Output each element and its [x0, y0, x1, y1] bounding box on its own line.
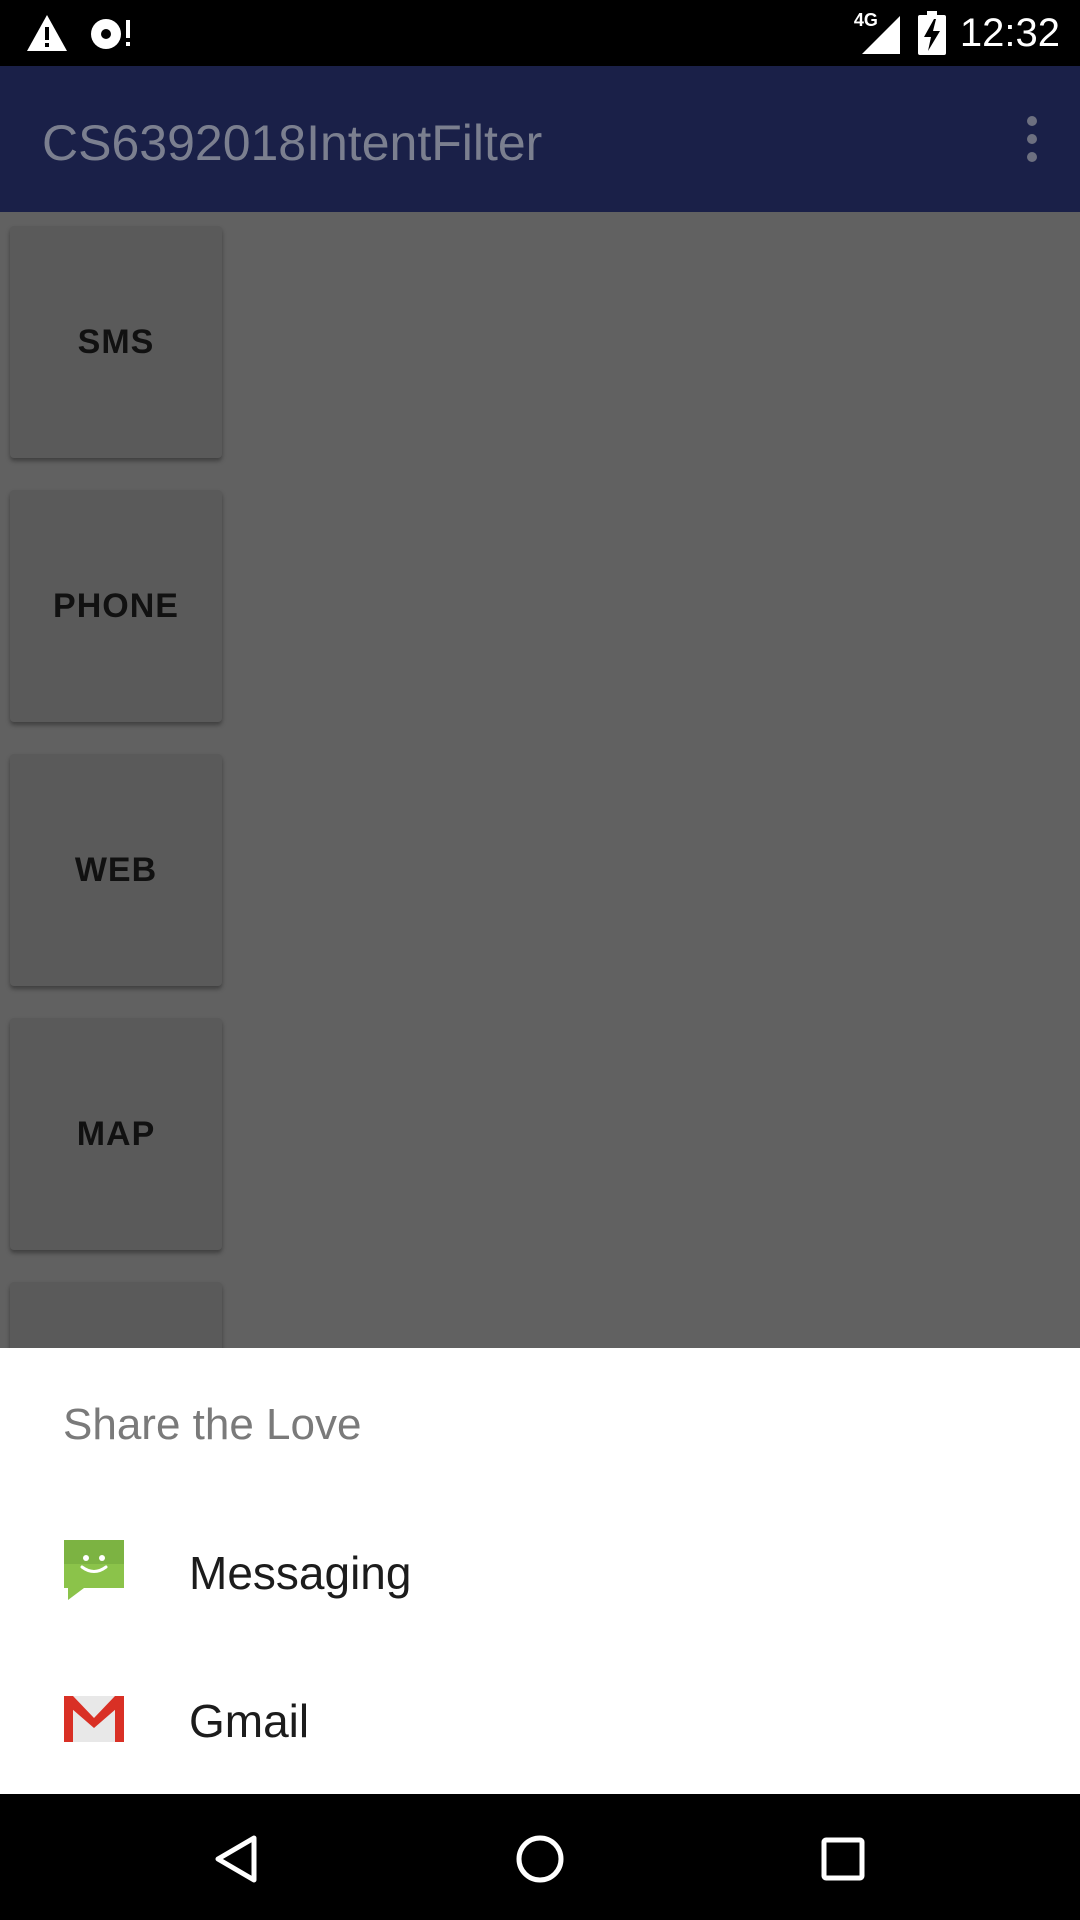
- share-item-label: Messaging: [189, 1547, 412, 1599]
- map-button[interactable]: MAP: [10, 1018, 222, 1250]
- app-bar: CS6392018IntentFilter: [0, 66, 1080, 212]
- share-item-messaging[interactable]: Messaging: [0, 1498, 1080, 1646]
- recents-icon[interactable]: [816, 1832, 870, 1886]
- share-sheet-title: Share the Love: [63, 1400, 362, 1449]
- sms-button[interactable]: SMS: [10, 226, 222, 458]
- partial-button[interactable]: [10, 1282, 222, 1348]
- phone-button[interactable]: PHONE: [10, 490, 222, 722]
- warning-icon: [27, 15, 67, 51]
- web-button[interactable]: WEB: [10, 754, 222, 986]
- share-sheet: Share the Love Messaging Gmail: [0, 1348, 1080, 1794]
- battery-charging-icon: [917, 11, 946, 55]
- home-icon[interactable]: [513, 1832, 567, 1886]
- gmail-icon: [64, 1696, 124, 1742]
- share-item-label: Gmail: [189, 1695, 310, 1747]
- debug-icon: [91, 19, 130, 49]
- more-vert-icon[interactable]: [1020, 116, 1044, 166]
- button-list: SMS PHONE WEB MAP: [0, 212, 1080, 1348]
- signal-icon: 4G: [854, 8, 904, 58]
- app-title: CS6392018IntentFilter: [42, 115, 543, 171]
- back-icon[interactable]: [210, 1832, 264, 1886]
- messaging-icon: [64, 1540, 124, 1600]
- status-bar: 4G 12:32: [0, 0, 1080, 66]
- status-time: 12:32: [959, 11, 1060, 55]
- navigation-bar: [0, 1794, 1080, 1920]
- share-item-gmail[interactable]: Gmail: [0, 1646, 1080, 1794]
